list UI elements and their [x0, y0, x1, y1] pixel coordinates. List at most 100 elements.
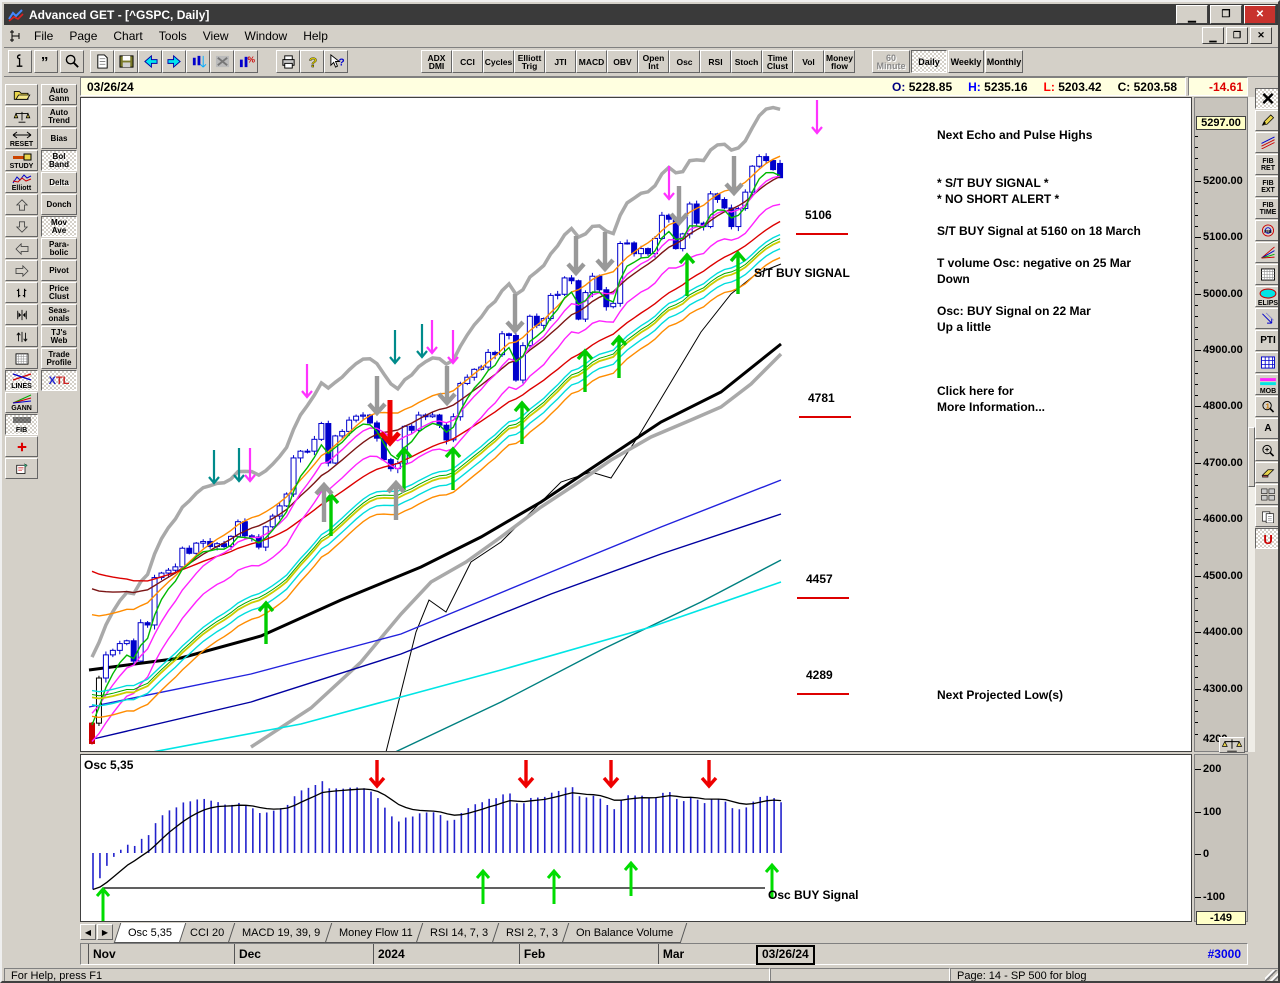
indicator-rsi[interactable]: RSI [700, 50, 731, 73]
tool-fib-time-button[interactable]: FIBTIME [1255, 198, 1280, 219]
resize-grip[interactable] [1265, 970, 1278, 983]
tab-scroll-right[interactable]: ▶ [97, 924, 113, 940]
magnet-u-button[interactable]: U [1255, 528, 1280, 549]
expand-grid-button[interactable] [1255, 484, 1280, 505]
magnifier-button[interactable] [60, 50, 84, 73]
oscillator-panel[interactable]: Osc 5,35 Osc BUY Signal [80, 754, 1192, 922]
study-auto-trend[interactable]: AutoTrend [41, 106, 77, 127]
price-axis[interactable]: 5200.005100.005000.004900.004800.004700.… [1194, 97, 1248, 752]
timeframe-daily[interactable]: Daily [911, 50, 947, 73]
arrow-down-button[interactable] [5, 216, 38, 237]
scales-mini-icon[interactable] [1219, 737, 1245, 753]
indicator-money-flow[interactable]: Moneyflow [824, 50, 855, 73]
menu-help[interactable]: Help [295, 27, 336, 45]
study-auto-gann[interactable]: AutoGann [41, 84, 77, 105]
context-help-button[interactable]: ? [324, 50, 348, 73]
study-pivot[interactable]: Pivot [41, 260, 77, 281]
zoom-plus-button[interactable] [1255, 440, 1280, 461]
pin-button[interactable] [8, 50, 32, 73]
tab-rsi-14-7-3[interactable]: RSI 14, 7, 3 [416, 923, 503, 943]
fib-lines-button[interactable]: FIB [5, 414, 38, 435]
forward-button[interactable] [162, 50, 186, 73]
indicator-cci[interactable]: CCI [452, 50, 483, 73]
parallel-lines-button[interactable] [1255, 132, 1280, 153]
tool-pti-button[interactable]: PTI [1255, 330, 1280, 351]
price-chart[interactable]: Next Echo and Pulse Highs* S/T BUY SIGNA… [80, 97, 1192, 752]
indicator-osc[interactable]: Osc [669, 50, 700, 73]
menu-view[interactable]: View [195, 27, 237, 45]
menu-window[interactable]: Window [237, 27, 296, 45]
candle-pair-button[interactable] [5, 304, 38, 325]
red-cross-button[interactable] [5, 436, 38, 457]
mdi-close-button[interactable]: ✕ [1250, 27, 1272, 44]
indicator-adx-dmi[interactable]: ADXDMI [421, 50, 452, 73]
study-trade-profile[interactable]: TradeProfile [41, 348, 77, 369]
arrow-up-button[interactable] [5, 194, 38, 215]
study-xtl[interactable]: XTL [41, 370, 77, 391]
timeframe-monthly[interactable]: Monthly [985, 50, 1023, 73]
study-mov-ave[interactable]: MovAve [41, 216, 77, 237]
delete-chart-button[interactable] [210, 50, 234, 73]
print-button[interactable] [276, 50, 300, 73]
ellipse-button[interactable]: ELIPS [1255, 286, 1280, 307]
tab-on-balance-volume[interactable]: On Balance Volume [562, 923, 688, 943]
close-x-button[interactable] [1255, 88, 1280, 109]
tab-macd-19-39-9[interactable]: MACD 19, 39, 9 [228, 923, 335, 943]
copy-notes-button[interactable] [1255, 506, 1280, 527]
study-delta[interactable]: Delta [41, 172, 77, 193]
folder-open-button[interactable] [5, 84, 38, 105]
study-hammer-button[interactable]: STUDY [5, 150, 38, 171]
chart-percent-button[interactable]: % [234, 50, 258, 73]
tab-osc-5-35[interactable]: Osc 5,35 [114, 923, 187, 943]
mdi-child-icon[interactable] [8, 29, 22, 43]
study-bol-band[interactable]: BolBand [41, 150, 77, 171]
grid-dots-button[interactable] [1255, 264, 1280, 285]
elliott-waves-button[interactable]: Elliott [5, 172, 38, 193]
arrow-right-button[interactable] [5, 260, 38, 281]
chart-swap-button[interactable] [186, 50, 210, 73]
indicator-jti[interactable]: JTI [545, 50, 576, 73]
arrow-left-button[interactable] [5, 238, 38, 259]
indicator-macd[interactable]: MACD [576, 50, 607, 73]
indicator-cycles[interactable]: Cycles [483, 50, 514, 73]
study-bias[interactable]: Bias [41, 128, 77, 149]
mdi-restore-button[interactable]: ❐ [1226, 27, 1248, 44]
bar-pair-button[interactable] [5, 282, 38, 303]
gann-lines-button[interactable]: GANN [5, 392, 38, 413]
menu-chart[interactable]: Chart [105, 27, 150, 45]
tab-scroll-left[interactable]: ◀ [80, 924, 96, 940]
menu-tools[interactable]: Tools [151, 27, 195, 45]
back-button[interactable] [138, 50, 162, 73]
mob-button[interactable]: MOB [1255, 374, 1280, 395]
scales-button[interactable] [5, 106, 38, 127]
quotes-button[interactable]: ” [34, 50, 58, 73]
vertical-scrollbar[interactable] [1248, 97, 1255, 752]
eraser-button[interactable] [1255, 462, 1280, 483]
indicator-elliott-trig[interactable]: ElliottTrig [514, 50, 545, 73]
save-button[interactable] [114, 50, 138, 73]
menu-page[interactable]: Page [61, 27, 105, 45]
tab-rsi-2-7-3[interactable]: RSI 2, 7, 3 [492, 923, 572, 943]
new-page-button[interactable] [90, 50, 114, 73]
multi-arrows-button[interactable] [1255, 308, 1280, 329]
indicator-stoch[interactable]: Stoch [731, 50, 762, 73]
menu-file[interactable]: File [26, 27, 61, 45]
study-price-clust[interactable]: PriceClust [41, 282, 77, 303]
minimize-button[interactable]: ▁ [1176, 5, 1208, 24]
scrollbar-thumb[interactable] [1248, 427, 1255, 487]
indicator-obv[interactable]: OBV [607, 50, 638, 73]
trend-lines-button[interactable]: LINES [5, 370, 38, 391]
timeframe-weekly[interactable]: Weekly [948, 50, 984, 73]
study-donch[interactable]: Donch [41, 194, 77, 215]
indicator-vol[interactable]: Vol [793, 50, 824, 73]
restore-button[interactable]: ❐ [1210, 5, 1242, 24]
study-seas--onals[interactable]: Seas-onals [41, 304, 77, 325]
pencil-button[interactable] [1255, 110, 1280, 131]
close-button[interactable]: ✕ [1244, 5, 1276, 24]
timeframe-60-minute[interactable]: 60Minute [872, 50, 910, 73]
help-button[interactable]: ? [300, 50, 324, 73]
indicator-open-int[interactable]: OpenInt [638, 50, 669, 73]
note-edit-button[interactable] [5, 458, 38, 479]
tool-a-button[interactable]: A [1255, 418, 1280, 439]
sort-updown-button[interactable] [5, 326, 38, 347]
